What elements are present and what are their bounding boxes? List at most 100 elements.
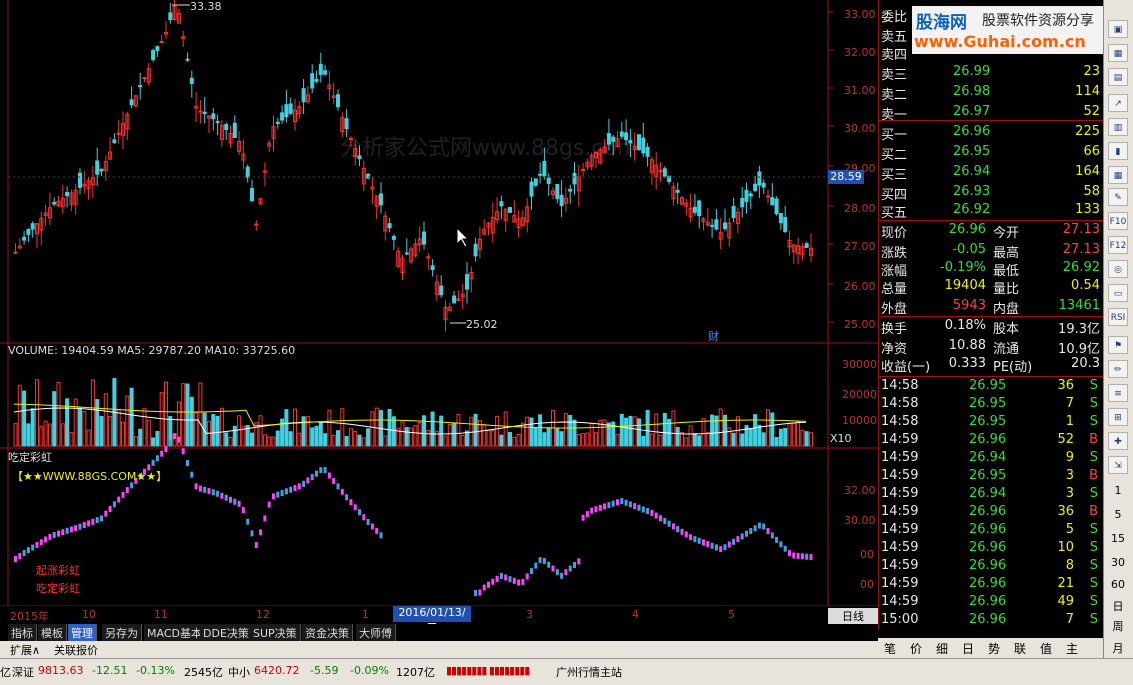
indicator-tab[interactable]: SUP决策 [250, 624, 301, 641]
indicator-tab[interactable]: 另存为 [102, 624, 142, 641]
quote-value: 27.13 [1062, 222, 1100, 237]
tick-time: 14:58 [881, 396, 919, 411]
candle-body [22, 236, 27, 241]
indicator-tab[interactable]: 管理 [68, 624, 97, 641]
quote-panel-tab[interactable]: 主 [1066, 640, 1078, 657]
f12-icon[interactable]: F12 [1108, 236, 1128, 254]
period-tab[interactable]: 月 [1106, 640, 1130, 656]
kline-svg[interactable] [0, 0, 878, 606]
volume-bar [512, 436, 517, 447]
candle-icon[interactable]: ▥ [1108, 118, 1128, 136]
candle-body [95, 160, 100, 175]
period-tab[interactable]: 日 [1106, 598, 1130, 614]
doc-list-icon[interactable]: ≡ [1108, 384, 1128, 402]
tick-row: 14:58 26.95 7 S [879, 396, 1104, 414]
indicator-tab[interactable]: 模板 [38, 624, 67, 641]
pencil-icon[interactable]: ✏ [1108, 360, 1128, 378]
quote-label: 收益(一) [881, 360, 931, 375]
order-book-row[interactable]: 买三 26.94 164 [879, 164, 1104, 183]
quote-label: 涨跌 [881, 246, 908, 261]
volume-bar [465, 430, 469, 447]
tick-time: 15:00 [881, 612, 919, 627]
quote-panel-tabs: 笔价细日势联值主 [878, 638, 1103, 658]
order-book-row[interactable]: 买五 26.92 133 [879, 202, 1104, 221]
quote-label: 换手 [881, 322, 908, 337]
order-book-price: 26.99 [953, 64, 991, 79]
cy-bar [684, 531, 688, 538]
rsi-icon[interactable]: RSI [1108, 308, 1128, 326]
volume-bar [568, 414, 573, 447]
window-icon[interactable]: ▣ [1108, 20, 1128, 38]
grid-icon[interactable]: ▤ [1108, 68, 1128, 86]
order-book-row[interactable]: 买一 26.96 225 [879, 124, 1104, 143]
document-icon[interactable]: ▭ [1108, 284, 1128, 302]
expand-button[interactable]: 扩展∧ [10, 642, 40, 658]
station-label[interactable]: 广州行情主站 [556, 664, 622, 680]
arrow-icon[interactable]: ⇲ [1108, 456, 1128, 474]
order-book-volume: 164 [1075, 164, 1100, 179]
volume-bar [753, 414, 758, 447]
kline-chart-area[interactable]: 分析家公式网www.88gs.com VOLUME: 19404.59 MA5:… [0, 0, 878, 606]
volume-bar [400, 421, 405, 447]
order-book-row[interactable]: 卖三 26.99 23 [879, 64, 1104, 83]
candle-body [572, 173, 577, 185]
volume-bar [692, 433, 697, 447]
period-minute-tab[interactable]: 60 [1106, 578, 1130, 591]
cy-bar [95, 517, 99, 524]
cy-bar [474, 590, 478, 596]
volume-bar [563, 413, 568, 447]
tick-row: 14:59 26.95 3 B [879, 468, 1104, 486]
volume-bar [344, 435, 349, 447]
quote-panel-tab[interactable]: 值 [1040, 640, 1052, 657]
order-book-row[interactable]: 买二 26.95 66 [879, 144, 1104, 163]
chart-small-icon[interactable]: ⊞ [1108, 408, 1128, 426]
quote-value: 0.54 [1071, 278, 1100, 293]
order-book-row[interactable]: 卖二 26.98 114 [879, 84, 1104, 103]
quote-panel-tab[interactable]: 势 [988, 640, 1000, 657]
tick-side: S [1089, 576, 1098, 591]
order-book-row[interactable]: 买四 26.93 58 [879, 184, 1104, 203]
volume-bar [30, 408, 35, 447]
linked-quote-button[interactable]: 关联报价 [54, 642, 98, 658]
sz-index: 9813.63 [38, 664, 84, 677]
candle-body [641, 137, 646, 154]
cy-bar [573, 561, 576, 568]
quote-panel-tab[interactable]: 价 [910, 640, 922, 657]
volume-bar [13, 422, 18, 447]
quote-panel-tab[interactable]: 日 [962, 640, 974, 657]
f10-icon[interactable]: F10 [1108, 212, 1128, 230]
candle-body [473, 243, 478, 257]
cy-bar [18, 553, 22, 560]
globe-icon[interactable]: ◎ [1108, 260, 1128, 278]
candle-body [499, 201, 504, 207]
cy-bar [654, 512, 658, 519]
pen-icon[interactable]: ✎ [1108, 188, 1128, 206]
cy-bar [358, 509, 361, 516]
volume-bar [383, 435, 388, 447]
cy-bar [770, 532, 774, 539]
period-tab[interactable]: 周 [1106, 618, 1130, 634]
tick-volume: 49 [1057, 594, 1074, 609]
period-minute-tab[interactable]: 30 [1106, 556, 1130, 569]
crosshair-icon[interactable]: ✚ [1108, 432, 1128, 450]
flag-icon[interactable]: ⚑ [1108, 336, 1128, 354]
volume-bar [409, 427, 414, 447]
quote-panel-tab[interactable]: 联 [1014, 640, 1026, 657]
indicator-tab[interactable]: 资金决策 [302, 624, 353, 641]
cy-bar [646, 508, 650, 515]
tile-icon[interactable]: ▦ [1108, 44, 1128, 62]
table-icon[interactable]: ▦ [1108, 166, 1128, 184]
indicator-tab[interactable]: 大师傅 [356, 624, 396, 641]
line-chart-icon[interactable]: ↗ [1108, 94, 1128, 112]
indicator-tab[interactable]: 指标 [8, 624, 37, 641]
period-minute-tab[interactable]: 1 [1106, 484, 1130, 497]
period-minute-tab[interactable]: 15 [1106, 532, 1130, 545]
quote-panel-tab[interactable]: 笔 [884, 640, 896, 657]
indicator-tab[interactable]: MACD基本 [144, 624, 206, 641]
quote-panel-tab[interactable]: 细 [936, 640, 948, 657]
period-minute-tab[interactable]: 5 [1106, 508, 1130, 521]
period-selector[interactable]: 日线 [828, 608, 878, 624]
volume-bar [628, 415, 633, 447]
indicator-tab[interactable]: DDE决策 [200, 624, 253, 641]
bar-chart-icon[interactable]: ▮ [1108, 142, 1128, 160]
